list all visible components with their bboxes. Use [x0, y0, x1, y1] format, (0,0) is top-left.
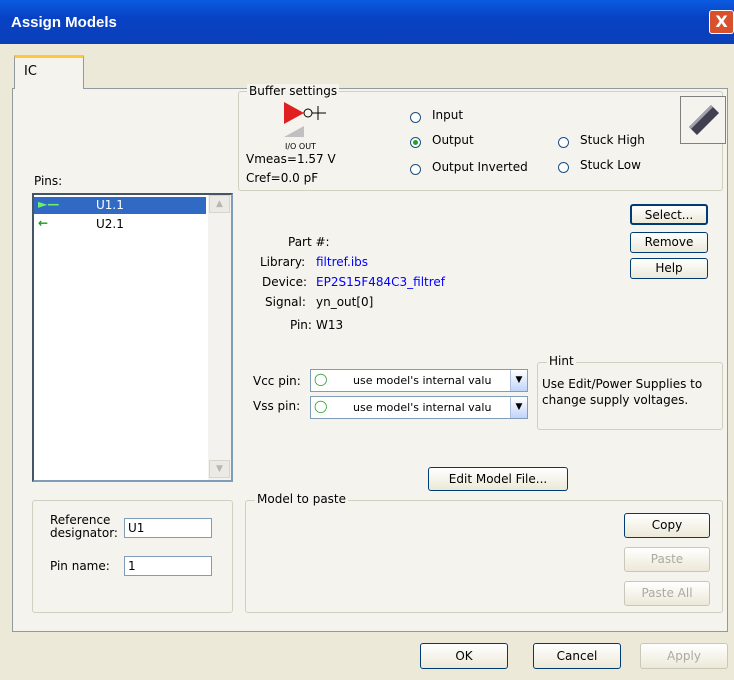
- vcc-value: use model's internal valu: [353, 374, 492, 387]
- apply-button[interactable]: Apply: [640, 643, 728, 669]
- pin-name-input[interactable]: 1: [124, 556, 212, 576]
- io-label: I/O OUT: [285, 142, 316, 151]
- scroll-down-icon[interactable]: ▼: [209, 460, 230, 478]
- part-label: Part #:: [288, 235, 330, 249]
- window-title: Assign Models: [11, 14, 117, 31]
- vss-label: Vss pin:: [253, 399, 301, 413]
- arrow-right-icon: ►—: [38, 197, 60, 211]
- signal-label: Signal:: [265, 295, 306, 309]
- vcc-dropdown[interactable]: ◯ use model's internal valu ▼: [310, 369, 528, 392]
- scroll-up-icon[interactable]: ▲: [209, 195, 230, 213]
- list-item[interactable]: ►— U1.1: [34, 197, 206, 214]
- help-button[interactable]: Help: [630, 258, 708, 279]
- arrow-left-icon: ←: [38, 216, 49, 230]
- device-link[interactable]: EP2S15F484C3_filtref: [316, 275, 445, 289]
- radio-output-inverted-label: Output Inverted: [432, 160, 528, 174]
- remove-button[interactable]: Remove: [630, 232, 708, 253]
- pin-label: Pin:: [290, 318, 312, 332]
- chevron-down-icon[interactable]: ▼: [510, 397, 527, 418]
- chevron-down-icon[interactable]: ▼: [510, 370, 527, 391]
- vss-value: use model's internal valu: [353, 401, 492, 414]
- vcc-label: Vcc pin:: [253, 374, 301, 388]
- ok-button[interactable]: OK: [420, 643, 508, 669]
- radio-stuck-low-label: Stuck Low: [580, 158, 641, 172]
- pin-name: U2.1: [96, 217, 124, 231]
- paste-button[interactable]: Paste: [624, 547, 710, 572]
- paste-all-button[interactable]: Paste All: [624, 581, 710, 606]
- buffer-settings-legend: Buffer settings: [247, 84, 340, 98]
- pins-scrollbar[interactable]: ▲ ▼: [208, 195, 231, 480]
- radio-input-label: Input: [432, 108, 464, 122]
- hint-text: Use Edit/Power Supplies to change supply…: [542, 377, 703, 407]
- pin-name-label: Pin name:: [50, 559, 110, 573]
- copy-button[interactable]: Copy: [624, 513, 710, 538]
- radio-input[interactable]: [410, 112, 421, 123]
- radio-output-inverted[interactable]: [410, 164, 421, 175]
- reference-designator-label: Reference designator:: [50, 513, 118, 540]
- cref-label: Cref=0.0 pF: [246, 171, 319, 185]
- pins-listbox[interactable]: [32, 193, 233, 482]
- select-button[interactable]: Select...: [630, 204, 708, 225]
- signal-value: yn_out[0]: [316, 295, 374, 309]
- list-item[interactable]: ← U2.1: [34, 216, 206, 233]
- close-button[interactable]: X: [709, 10, 734, 34]
- library-link[interactable]: filtref.ibs: [316, 255, 368, 269]
- pin-name: U1.1: [96, 198, 124, 212]
- library-label: Library:: [260, 255, 306, 269]
- radio-stuck-high-label: Stuck High: [580, 133, 645, 147]
- edit-model-file-button[interactable]: Edit Model File...: [428, 467, 568, 491]
- pin-value: W13: [316, 318, 344, 332]
- radio-output[interactable]: [410, 137, 421, 148]
- tab-ic-label: IC: [24, 64, 37, 79]
- radio-stuck-low[interactable]: [558, 162, 569, 173]
- model-to-paste-legend: Model to paste: [255, 492, 349, 506]
- power-icon: ◯: [314, 372, 328, 386]
- radio-stuck-high[interactable]: [558, 137, 569, 148]
- device-label: Device:: [262, 275, 308, 289]
- tab-ic[interactable]: IC: [14, 55, 84, 89]
- hint-legend: Hint: [547, 354, 576, 368]
- reference-designator-input[interactable]: U1: [124, 518, 212, 538]
- ic-chip-icon: [680, 96, 726, 144]
- footer-bar: [0, 632, 734, 680]
- power-icon: ◯: [314, 399, 328, 413]
- pins-label: Pins:: [34, 174, 63, 188]
- vmeas-label: Vmeas=1.57 V: [246, 152, 336, 166]
- radio-output-label: Output: [432, 133, 474, 147]
- cancel-button[interactable]: Cancel: [533, 643, 621, 669]
- vss-dropdown[interactable]: ◯ use model's internal valu ▼: [310, 396, 528, 419]
- buffer-icon: [284, 102, 326, 137]
